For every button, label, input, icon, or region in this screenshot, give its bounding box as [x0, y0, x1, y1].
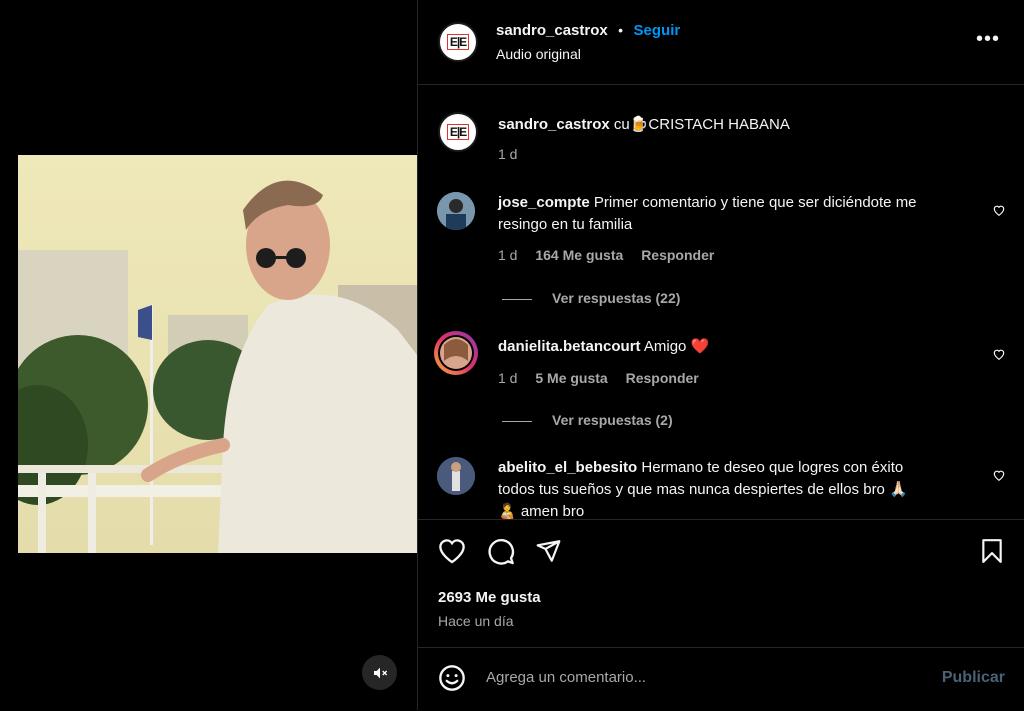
likes-count[interactable]: 2693 Me gusta: [438, 589, 541, 606]
comment-meta: 1 d 164 Me gusta Responder: [498, 247, 714, 263]
avatar-logo-text: E|E: [446, 34, 470, 50]
comment-likes[interactable]: 164 Me gusta: [535, 247, 623, 263]
comment-username[interactable]: abelito_el_bebesito: [498, 459, 637, 476]
comment-body-cont: 🧑‍🍼 amen bro: [498, 503, 585, 519]
comment-text: danielita.betancourt Amigo ❤️: [498, 336, 709, 358]
view-replies-button[interactable]: Ver respuestas (22): [502, 290, 680, 306]
more-options-icon[interactable]: •••: [976, 29, 1000, 49]
reel-video[interactable]: [18, 155, 417, 553]
post-time: Hace un día: [438, 613, 514, 629]
comment-meta: 1 d 5 Me gusta Responder: [498, 370, 699, 386]
comment-body-cont: todos tus sueños y que mas nunca despier…: [498, 481, 908, 498]
follow-button[interactable]: Seguir: [634, 22, 681, 39]
header-title-row: sandro_castrox • Seguir: [496, 22, 680, 40]
comment-username[interactable]: jose_compte: [498, 194, 590, 211]
mute-toggle-button[interactable]: [362, 655, 397, 690]
media-pane: [0, 0, 417, 710]
emoji-smiley-icon[interactable]: [438, 664, 466, 692]
replies-line: [502, 298, 532, 300]
comment-avatar[interactable]: [437, 192, 475, 230]
comment-avatar[interactable]: [437, 457, 475, 495]
caption-avatar[interactable]: E|E: [438, 112, 478, 152]
like-heart-icon[interactable]: [438, 538, 466, 564]
speaker-muted-icon: [373, 667, 387, 678]
publish-button[interactable]: Publicar: [942, 669, 1005, 687]
view-replies-label: Ver respuestas (2): [552, 412, 673, 428]
author-avatar[interactable]: E|E: [438, 22, 478, 62]
post-panel: E|E sandro_castrox • Seguir Audio origin…: [417, 0, 1024, 710]
reply-button[interactable]: Responder: [641, 247, 714, 263]
comment-bubble-icon[interactable]: [487, 538, 515, 566]
comment-input[interactable]: Agrega un comentario...: [486, 669, 646, 686]
replies-line: [502, 420, 532, 422]
author-username[interactable]: sandro_castrox: [496, 22, 608, 39]
comment-time: 1 d: [498, 247, 518, 263]
share-paper-plane-icon[interactable]: [535, 538, 562, 564]
separator-dot: •: [618, 22, 624, 38]
comment-likes[interactable]: 5 Me gusta: [535, 370, 607, 386]
comments-list[interactable]: E|E sandro_castrox cu🍺CRISTACH HABANA 1 …: [418, 85, 1024, 519]
audio-label[interactable]: Audio original: [496, 46, 581, 62]
caption-time: 1 d: [498, 146, 518, 162]
like-comment-heart-icon[interactable]: [992, 347, 1006, 361]
reply-button[interactable]: Responder: [626, 370, 699, 386]
caption-username[interactable]: sandro_castrox: [498, 116, 610, 133]
comment-body: Amigo ❤️: [643, 338, 710, 355]
like-comment-heart-icon[interactable]: [992, 468, 1006, 482]
comment-body: Primer comentario y tiene que ser dicién…: [593, 194, 917, 211]
view-replies-label: Ver respuestas (22): [552, 290, 681, 306]
post-header: E|E sandro_castrox • Seguir Audio origin…: [418, 0, 1024, 85]
comment-composer: Agrega un comentario... Publicar: [418, 647, 1024, 711]
caption-text: sandro_castrox cu🍺CRISTACH HABANA: [498, 114, 790, 136]
comment-text: jose_compte Primer comentario y tiene qu…: [498, 192, 978, 236]
like-comment-heart-icon[interactable]: [992, 203, 1006, 217]
comment-avatar-story[interactable]: [434, 331, 478, 375]
comment-body-cont: resingo en tu familia: [498, 216, 633, 233]
comment-text: abelito_el_bebesito Hermano te deseo que…: [498, 457, 988, 519]
post-actions: 2693 Me gusta Hace un día: [418, 519, 1024, 648]
comment-time: 1 d: [498, 370, 518, 386]
save-bookmark-icon[interactable]: [981, 538, 1003, 564]
avatar-logo-text: E|E: [446, 124, 470, 140]
comment-body: Hermano te deseo que logres con éxito: [641, 459, 904, 476]
comment-username[interactable]: danielita.betancourt: [498, 338, 641, 355]
caption-body: cu🍺CRISTACH HABANA: [613, 116, 790, 133]
view-replies-button[interactable]: Ver respuestas (2): [502, 412, 673, 428]
